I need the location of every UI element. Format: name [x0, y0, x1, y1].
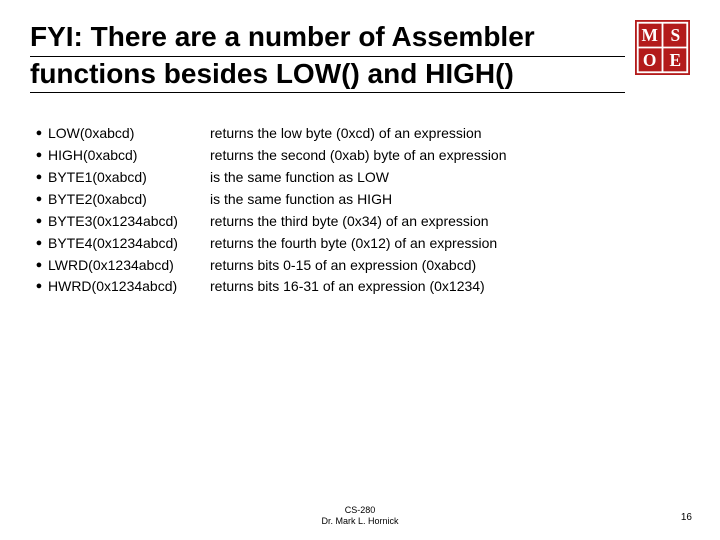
function-name: LOW(0xabcd) [48, 123, 210, 143]
function-desc: returns bits 0-15 of an expression (0xab… [210, 255, 690, 275]
footer-author: Dr. Mark L. Hornick [0, 516, 720, 526]
bullet-icon: ● [30, 276, 48, 297]
list-item: ● BYTE2(0xabcd) is the same function as … [30, 189, 690, 210]
svg-text:E: E [670, 50, 682, 70]
slide: FYI: There are a number of Assembler fun… [0, 0, 720, 540]
slide-title: FYI: There are a number of Assembler fun… [30, 20, 635, 93]
function-name: BYTE3(0x1234abcd) [48, 211, 210, 231]
function-desc: returns bits 16-31 of an expression (0x1… [210, 276, 690, 296]
svg-text:S: S [670, 25, 680, 45]
function-desc: returns the third byte (0x34) of an expr… [210, 211, 690, 231]
function-desc: is the same function as LOW [210, 167, 690, 187]
bullet-list: ● LOW(0xabcd) returns the low byte (0xcd… [30, 123, 690, 297]
function-desc: returns the second (0xab) byte of an exp… [210, 145, 690, 165]
bullet-icon: ● [30, 255, 48, 276]
function-desc: returns the fourth byte (0x12) of an exp… [210, 233, 690, 253]
function-name: BYTE1(0xabcd) [48, 167, 210, 187]
list-item: ● BYTE4(0x1234abcd) returns the fourth b… [30, 233, 690, 254]
svg-text:M: M [641, 25, 657, 45]
function-desc: is the same function as HIGH [210, 189, 690, 209]
bullet-icon: ● [30, 145, 48, 166]
title-line-1: FYI: There are a number of Assembler [30, 20, 625, 57]
function-name: BYTE2(0xabcd) [48, 189, 210, 209]
list-item: ● HWRD(0x1234abcd) returns bits 16-31 of… [30, 276, 690, 297]
bullet-icon: ● [30, 211, 48, 232]
list-item: ● BYTE3(0x1234abcd) returns the third by… [30, 211, 690, 232]
bullet-icon: ● [30, 167, 48, 188]
svg-text:O: O [643, 50, 657, 70]
list-item: ● BYTE1(0xabcd) is the same function as … [30, 167, 690, 188]
bullet-icon: ● [30, 123, 48, 144]
title-row: FYI: There are a number of Assembler fun… [30, 20, 690, 93]
title-line-2: functions besides LOW() and HIGH() [30, 57, 625, 94]
bullet-icon: ● [30, 233, 48, 254]
function-name: HIGH(0xabcd) [48, 145, 210, 165]
list-item: ● LWRD(0x1234abcd) returns bits 0-15 of … [30, 255, 690, 276]
function-desc: returns the low byte (0xcd) of an expres… [210, 123, 690, 143]
function-name: BYTE4(0x1234abcd) [48, 233, 210, 253]
msoe-logo: M S O E [635, 20, 690, 75]
footer: CS-280 Dr. Mark L. Hornick [0, 505, 720, 526]
footer-course: CS-280 [0, 505, 720, 515]
function-name: LWRD(0x1234abcd) [48, 255, 210, 275]
list-item: ● HIGH(0xabcd) returns the second (0xab)… [30, 145, 690, 166]
list-item: ● LOW(0xabcd) returns the low byte (0xcd… [30, 123, 690, 144]
function-name: HWRD(0x1234abcd) [48, 276, 210, 296]
bullet-icon: ● [30, 189, 48, 210]
page-number: 16 [681, 512, 692, 523]
